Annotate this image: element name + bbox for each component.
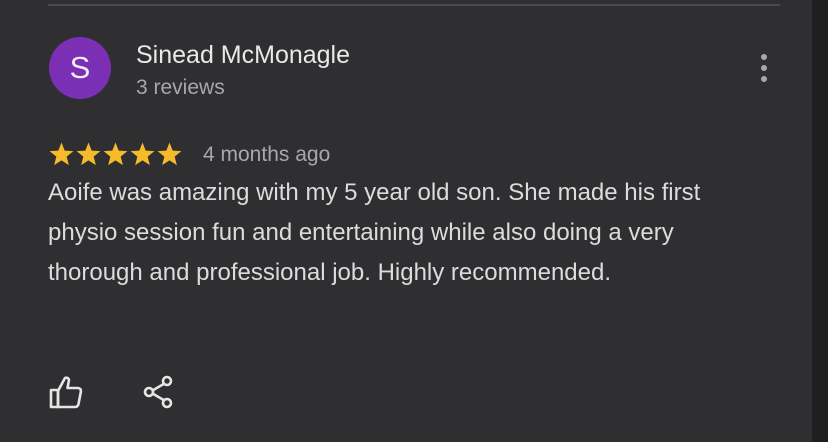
review-count: 3 reviews: [136, 76, 225, 99]
star-icon: [157, 142, 182, 166]
thumbs-up-icon: [49, 376, 83, 409]
like-button[interactable]: [46, 372, 86, 412]
star-icon: [49, 142, 74, 166]
more-options-button[interactable]: [752, 52, 776, 86]
star-icon: [76, 142, 101, 166]
top-divider: [48, 4, 780, 6]
more-vert-icon: [761, 54, 767, 82]
reviewer-name[interactable]: Sinead McMonagle: [136, 40, 350, 70]
star-icon: [103, 142, 128, 166]
review-text: Aoife was amazing with my 5 year old son…: [48, 179, 701, 286]
share-button[interactable]: [139, 372, 179, 412]
star-rating: [48, 140, 183, 170]
review-date: 4 months ago: [203, 143, 331, 166]
review-card: S Sinead McMonagle 3 reviews 4 months ag…: [0, 0, 812, 442]
share-icon: [143, 375, 173, 409]
star-icon: [130, 142, 155, 166]
avatar[interactable]: S: [49, 37, 111, 99]
